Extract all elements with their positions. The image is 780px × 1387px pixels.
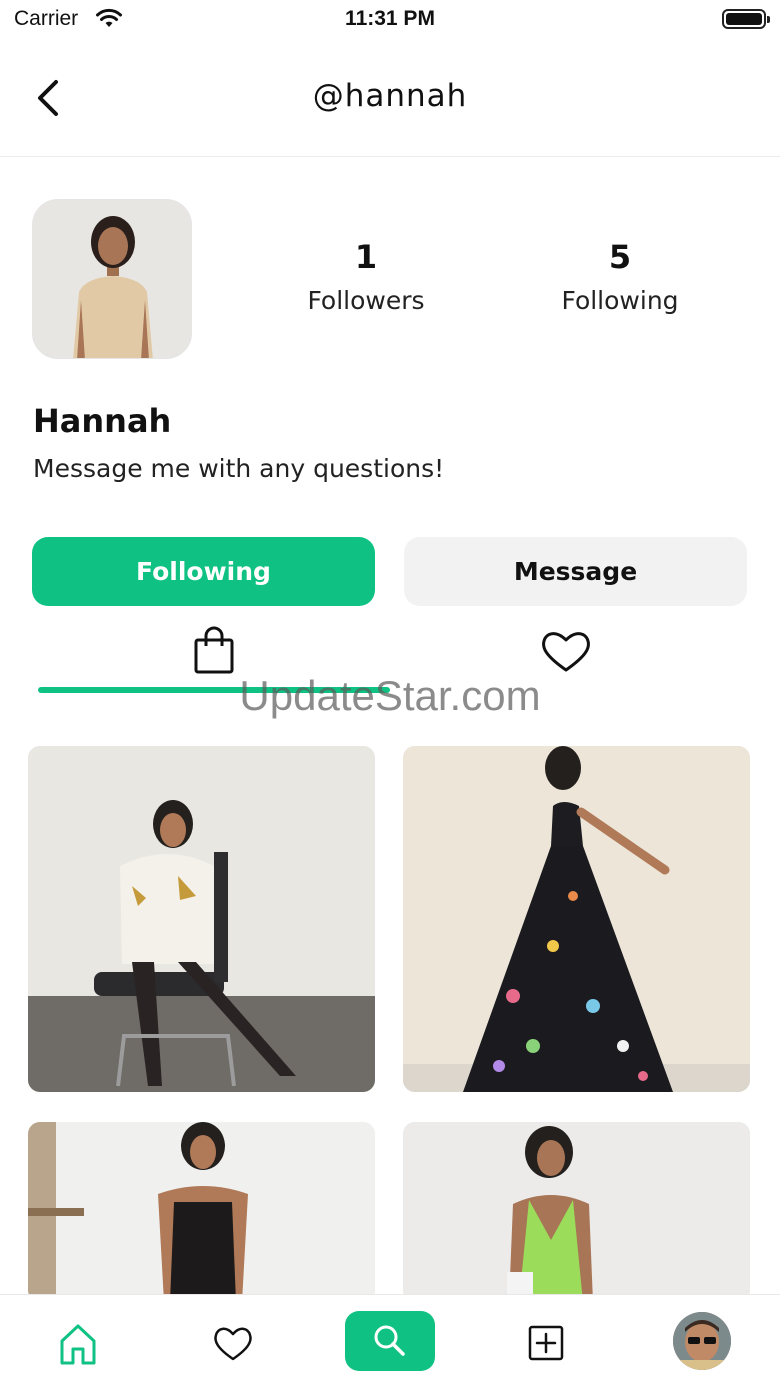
person-photo-icon [33, 200, 191, 358]
tab-profile[interactable] [673, 1312, 731, 1370]
post-tile[interactable] [403, 746, 750, 1092]
post-tile[interactable] [28, 1122, 375, 1302]
following-button[interactable]: Following [32, 537, 375, 606]
display-name: Hannah [33, 402, 172, 440]
followers-stat[interactable]: 1 Followers [266, 238, 466, 315]
following-count: 5 [608, 238, 632, 276]
product-photo-icon [28, 746, 375, 1092]
plus-square-icon [528, 1325, 564, 1361]
battery-icon [722, 9, 770, 29]
product-photo-icon [28, 1122, 375, 1302]
tab-favorites[interactable] [203, 1313, 263, 1373]
page-title: @hannah [312, 78, 468, 114]
product-photo-icon [403, 746, 750, 1092]
following-label: Following [561, 286, 679, 315]
product-photo-icon [403, 1122, 750, 1302]
profile-bio: Message me with any questions! [33, 454, 445, 483]
followers-count: 1 [354, 238, 378, 276]
followers-label: Followers [307, 286, 425, 315]
bottom-tab-bar [0, 1294, 780, 1387]
profile-avatar [32, 199, 192, 359]
search-icon [374, 1325, 405, 1356]
home-icon [60, 1324, 96, 1365]
avatar-icon [673, 1312, 731, 1370]
clock: 11:31 PM [345, 7, 435, 30]
tab-search[interactable] [345, 1311, 435, 1371]
navigation-bar: @hannah [0, 40, 780, 157]
tab-add[interactable] [516, 1313, 576, 1373]
status-bar: Carrier 11:31 PM [0, 0, 780, 40]
post-tile[interactable] [28, 746, 375, 1092]
heart-icon [214, 1327, 252, 1361]
post-tile[interactable] [403, 1122, 750, 1302]
watermark: UpdateStar.com [239, 672, 541, 719]
message-button[interactable]: Message [404, 537, 747, 606]
following-stat[interactable]: 5 Following [520, 238, 720, 315]
tab-home[interactable] [48, 1313, 108, 1373]
